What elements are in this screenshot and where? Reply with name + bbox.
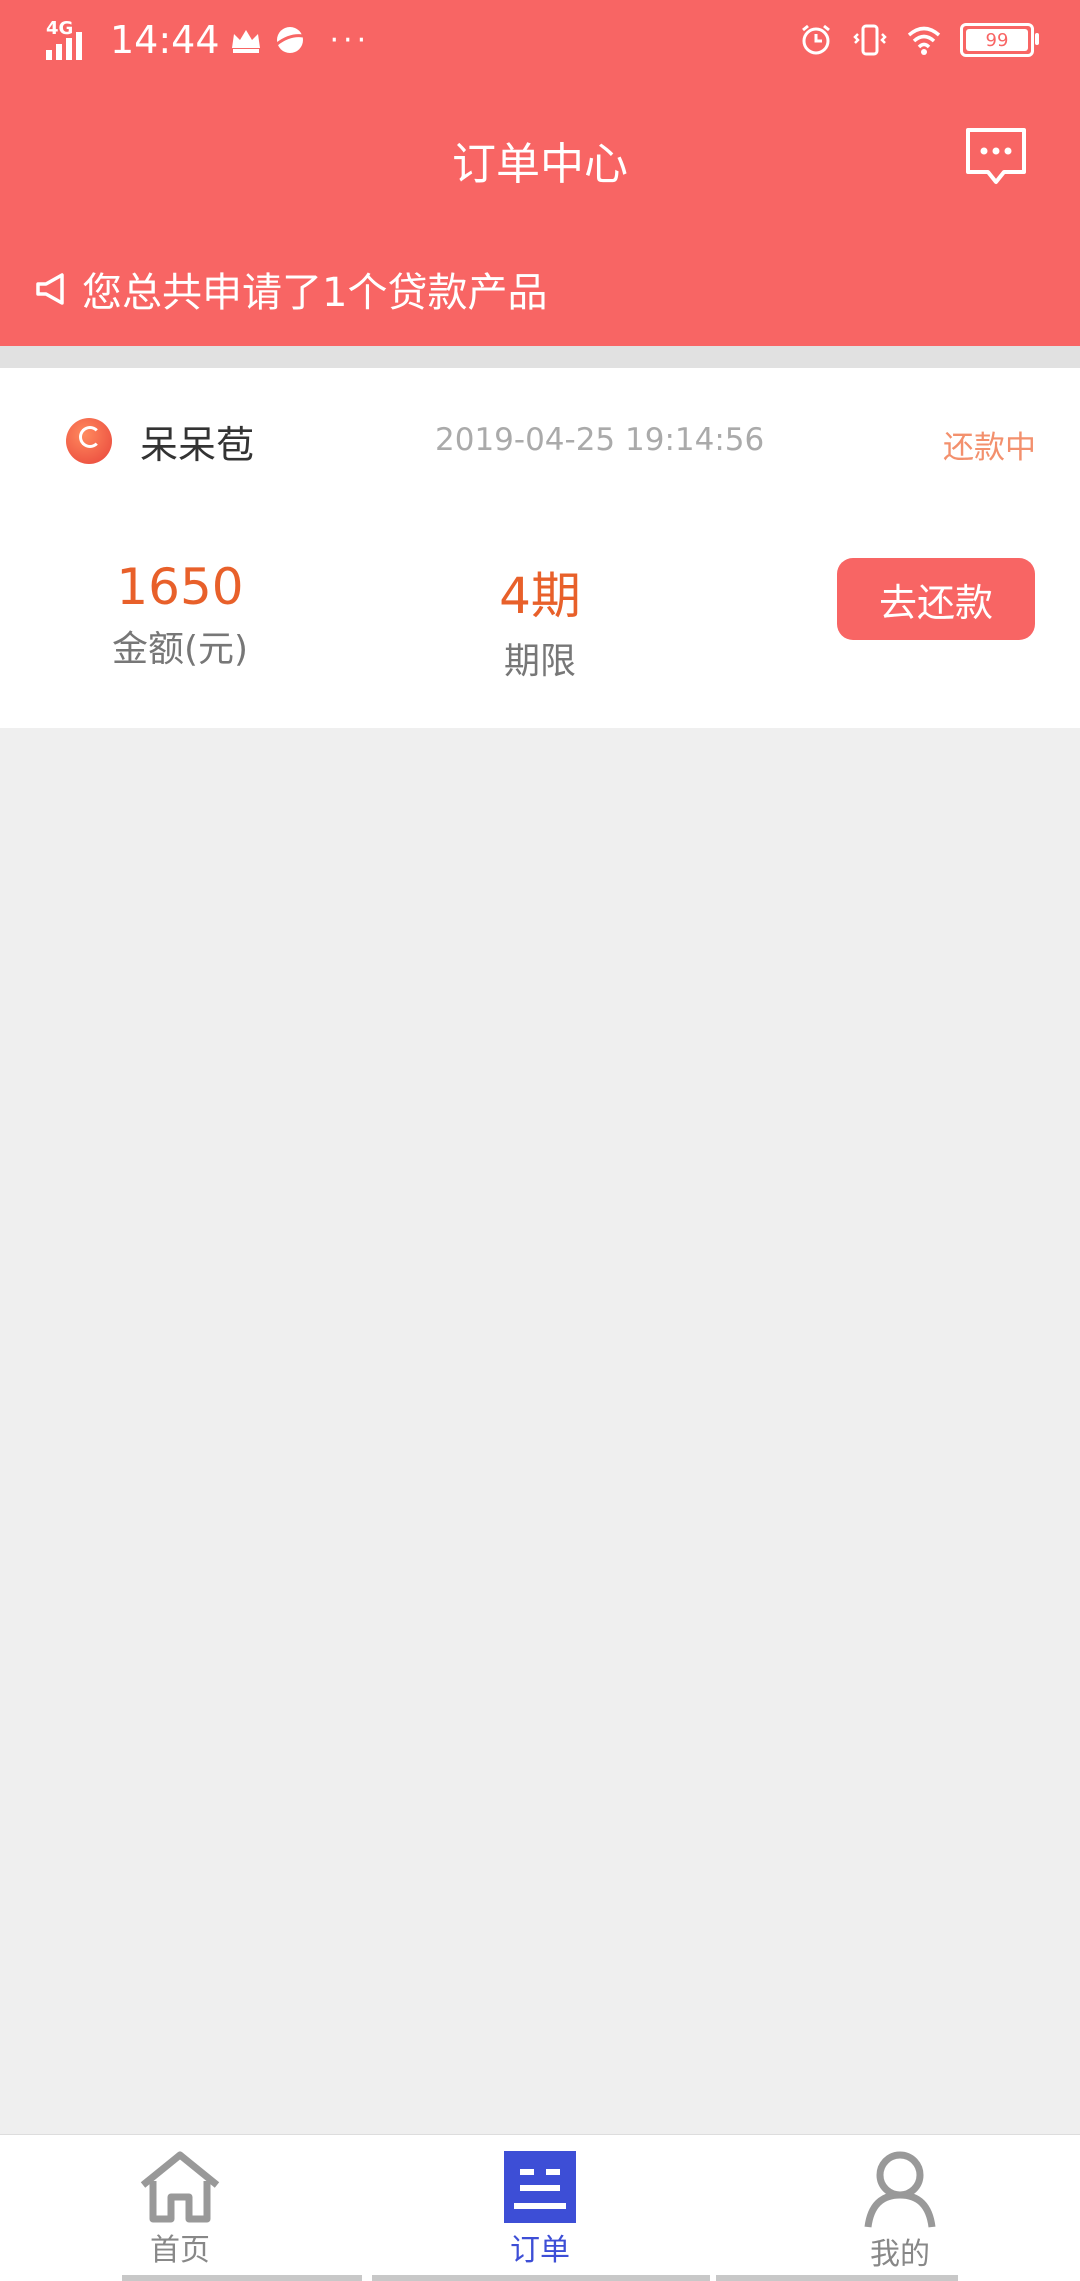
battery-level: 99 xyxy=(985,29,1009,51)
notice-bar: 您总共申请了1个贷款产品 xyxy=(34,260,547,318)
tab-profile[interactable]: 我的 xyxy=(820,2149,980,2273)
order-icon xyxy=(504,2151,576,2223)
order-status: 还款中 xyxy=(943,430,1036,466)
status-bar: 4G 14:44 ··· 99 xyxy=(0,0,1080,86)
divider xyxy=(0,346,1080,368)
order-card[interactable]: 呆呆苞 2019-04-25 19:14:56 还款中 1650 金额(元) 4… xyxy=(0,368,1080,728)
megaphone-icon xyxy=(36,273,64,305)
signal-icon: 4G xyxy=(46,18,92,60)
status-time: 14:44 xyxy=(110,18,220,62)
battery-icon: 99 xyxy=(960,23,1039,57)
repay-button[interactable]: 去还款 xyxy=(837,558,1035,640)
period-block: 4期 期限 xyxy=(440,556,640,684)
lender-logo xyxy=(66,418,112,464)
message-dots-icon[interactable] xyxy=(964,126,1028,188)
bottom-tabbar: 首页 订单 我的 xyxy=(0,2134,1080,2281)
tab-order[interactable]: 订单 xyxy=(460,2149,620,2269)
more-status-icon: ··· xyxy=(329,22,371,58)
planet-icon xyxy=(275,27,303,53)
page-title: 订单中心 xyxy=(452,139,628,190)
period-label: 期限 xyxy=(503,641,576,682)
nav-indicator xyxy=(122,2275,362,2281)
lender-name: 呆呆苞 xyxy=(140,423,255,467)
network-type: 4G xyxy=(46,18,74,39)
tab-home-label: 首页 xyxy=(150,2233,210,2268)
amount-block: 1650 金额(元) xyxy=(80,558,280,672)
amount-label: 金额(元) xyxy=(111,629,249,670)
home-icon xyxy=(140,2151,220,2223)
tab-home[interactable]: 首页 xyxy=(100,2149,260,2269)
order-date: 2019-04-25 19:14:56 xyxy=(435,422,765,458)
amount-value: 1650 xyxy=(116,558,244,616)
period-value: 4期 xyxy=(499,567,581,625)
vibrate-icon xyxy=(853,24,887,56)
crown-icon xyxy=(231,30,260,53)
profile-icon xyxy=(864,2151,936,2228)
header: 4G 14:44 ··· 99 订单中心 您总共申请了1个贷款产品 xyxy=(0,0,1080,346)
tab-profile-label: 我的 xyxy=(870,2237,930,2272)
nav-indicator xyxy=(372,2275,710,2281)
nav-indicator xyxy=(716,2275,958,2281)
notice-text: 您总共申请了1个贷款产品 xyxy=(82,270,548,316)
alarm-icon xyxy=(802,24,830,55)
tab-order-label: 订单 xyxy=(510,2233,570,2268)
wifi-icon xyxy=(907,26,941,55)
